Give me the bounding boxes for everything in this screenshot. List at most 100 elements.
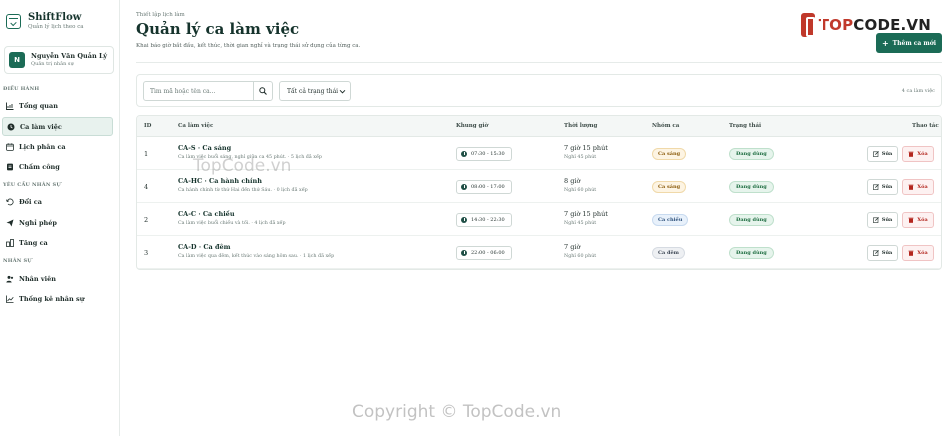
sidebar-item-cham-cong[interactable]: Chấm công — [2, 157, 113, 176]
edit-button[interactable]: Sửa — [867, 245, 898, 261]
time-range-badge: 07:30 - 15:30 — [456, 147, 512, 161]
sidebar-item-label: Đổi ca — [19, 197, 42, 206]
time-range-badge: 14:30 - 22:30 — [456, 213, 512, 227]
status-filter-select[interactable]: Tất cả trạng thái — [279, 81, 351, 101]
sidebar-item-ca-lam-viec[interactable]: Ca làm việc — [2, 117, 113, 136]
edit-label: Sửa — [881, 250, 893, 256]
time-range-badge: 22:00 - 06:00 — [456, 246, 512, 260]
clock-icon — [461, 250, 467, 256]
calendar-check-icon — [6, 13, 21, 29]
edit-button[interactable]: Sửa — [867, 212, 898, 228]
edit-label: Sửa — [881, 184, 893, 190]
status-filter-value: Tất cả trạng thái — [287, 87, 339, 95]
edit-icon — [872, 250, 879, 256]
delete-label: Xóa — [917, 250, 928, 256]
sidebar-item-nhan-vien[interactable]: Nhân viên — [2, 269, 113, 288]
sidebar-item-lich-phan-ca[interactable]: Lịch phân ca — [2, 137, 113, 156]
delete-label: Xóa — [917, 184, 928, 190]
sidebar-item-doi-ca[interactable]: Đổi ca — [2, 192, 113, 211]
shift-break: Nghỉ 60 phút — [564, 254, 597, 259]
delete-button[interactable]: Xóa — [902, 146, 934, 162]
logo-suffix: CODE.VN — [853, 16, 931, 34]
shift-duration: 7 giờ — [564, 243, 581, 251]
delete-label: Xóa — [917, 217, 928, 223]
shift-duration: 7 giờ 15 phút — [564, 210, 608, 218]
shift-break: Nghỉ 45 phút — [564, 155, 597, 160]
edit-icon — [872, 184, 879, 190]
search-icon — [259, 87, 267, 95]
user-name: Nguyễn Văn Quản Lý — [31, 52, 108, 60]
shift-count: 4 ca làm việc — [901, 88, 935, 94]
table-row: 2 CA-C · Ca chiều Ca làm việc buổi chiều v… — [137, 203, 941, 236]
swap-icon — [6, 198, 14, 206]
trash-icon — [908, 184, 914, 190]
time-range-badge: 08:00 - 17:00 — [456, 180, 512, 194]
group-badge: Ca đêm — [652, 247, 685, 259]
edit-label: Sửa — [881, 151, 893, 157]
shift-name: CA-S · Ca sáng — [178, 144, 232, 152]
nav-section-dieu-hanh: Điều hành — [3, 86, 40, 92]
sidebar-item-nghi-phep[interactable]: Nghỉ phép — [2, 213, 113, 232]
column-header: Thao tác — [912, 123, 939, 129]
column-header: Khung giờ — [456, 123, 489, 129]
brand-subtitle: Quản lý lịch theo ca — [28, 23, 84, 30]
nav-section-nhan-su: Nhân sự — [3, 258, 32, 264]
delete-button[interactable]: Xóa — [902, 212, 934, 228]
edit-icon — [872, 151, 879, 157]
user-role: Quản trị nhân sự — [31, 61, 74, 67]
status-badge: Đang dùng — [729, 148, 774, 160]
delete-button[interactable]: Xóa — [902, 245, 934, 261]
shift-table: ID Ca làm việc Khung giờ Thời lượng Nhóm… — [136, 115, 942, 270]
status-badge: Đang dùng — [729, 247, 774, 259]
user-card[interactable]: N Nguyễn Văn Quản Lý Quản trị nhân sự — [4, 46, 114, 74]
delete-button[interactable]: Xóa — [902, 179, 934, 195]
table-row: 3 CA-D · Ca đêm Ca làm việc qua đêm, kết t… — [137, 236, 941, 269]
sidebar-item-tang-ca[interactable]: Tăng ca — [2, 233, 113, 252]
breadcrumb: Thiết lập lịch làm — [136, 12, 185, 18]
page-description: Khai báo giờ bắt đầu, kết thúc, thời gia… — [136, 43, 361, 49]
shift-description: Ca làm việc qua đêm, kết thúc vào sáng h… — [178, 254, 335, 259]
sidebar-item-thong-ke-nhan-su[interactable]: Thống kê nhân sự — [2, 289, 113, 308]
shift-break: Nghỉ 45 phút — [564, 221, 597, 226]
time-range: 22:00 - 06:00 — [471, 250, 505, 256]
topcode-mark-icon — [801, 13, 823, 37]
page-title: Quản lý ca làm việc — [136, 20, 300, 38]
sidebar-item-label: Ca làm việc — [20, 122, 62, 131]
shift-id: 4 — [144, 183, 149, 191]
search-box — [143, 81, 273, 101]
brand-name: ShiftFlow — [28, 11, 82, 23]
edit-button[interactable]: Sửa — [867, 146, 898, 162]
status-badge: Đang dùng — [729, 181, 774, 193]
stats-icon — [6, 295, 14, 303]
column-header: Nhóm ca — [652, 123, 680, 129]
clock-icon — [461, 151, 467, 157]
divider — [136, 62, 942, 63]
sidebar-item-tong-quan[interactable]: Tổng quan — [2, 96, 113, 115]
clock-icon — [461, 184, 467, 190]
trash-icon — [908, 250, 914, 256]
delete-label: Xóa — [917, 151, 928, 157]
status-badge: Đang dùng — [729, 214, 774, 226]
column-header: Trạng thái — [729, 123, 762, 129]
column-header: ID — [144, 123, 152, 129]
plus-icon: + — [881, 38, 889, 48]
search-button[interactable] — [253, 82, 272, 100]
add-shift-button[interactable]: + Thêm ca mới — [876, 33, 942, 53]
calendar-icon — [6, 142, 14, 151]
column-header: Thời lượng — [564, 123, 598, 129]
group-badge: Ca chiều — [652, 214, 689, 226]
sidebar-item-label: Nghỉ phép — [19, 218, 57, 227]
sidebar-item-label: Lịch phân ca — [19, 142, 66, 151]
trash-icon — [908, 151, 914, 157]
shift-description: Ca làm việc buổi chiều và tối. · 4 lịch … — [178, 221, 286, 226]
search-input[interactable] — [144, 82, 253, 100]
shift-duration: 7 giờ 15 phút — [564, 144, 608, 152]
edit-button[interactable]: Sửa — [867, 179, 898, 195]
watermark-center: TopCode.vn — [193, 156, 292, 176]
group-badge: Ca sáng — [652, 181, 687, 193]
sidebar-item-label: Nhân viên — [19, 274, 56, 283]
time-range: 07:30 - 15:30 — [471, 151, 505, 157]
shift-id: 1 — [144, 150, 149, 158]
logo-prefix: TOP — [818, 16, 854, 34]
edit-icon — [872, 217, 879, 223]
